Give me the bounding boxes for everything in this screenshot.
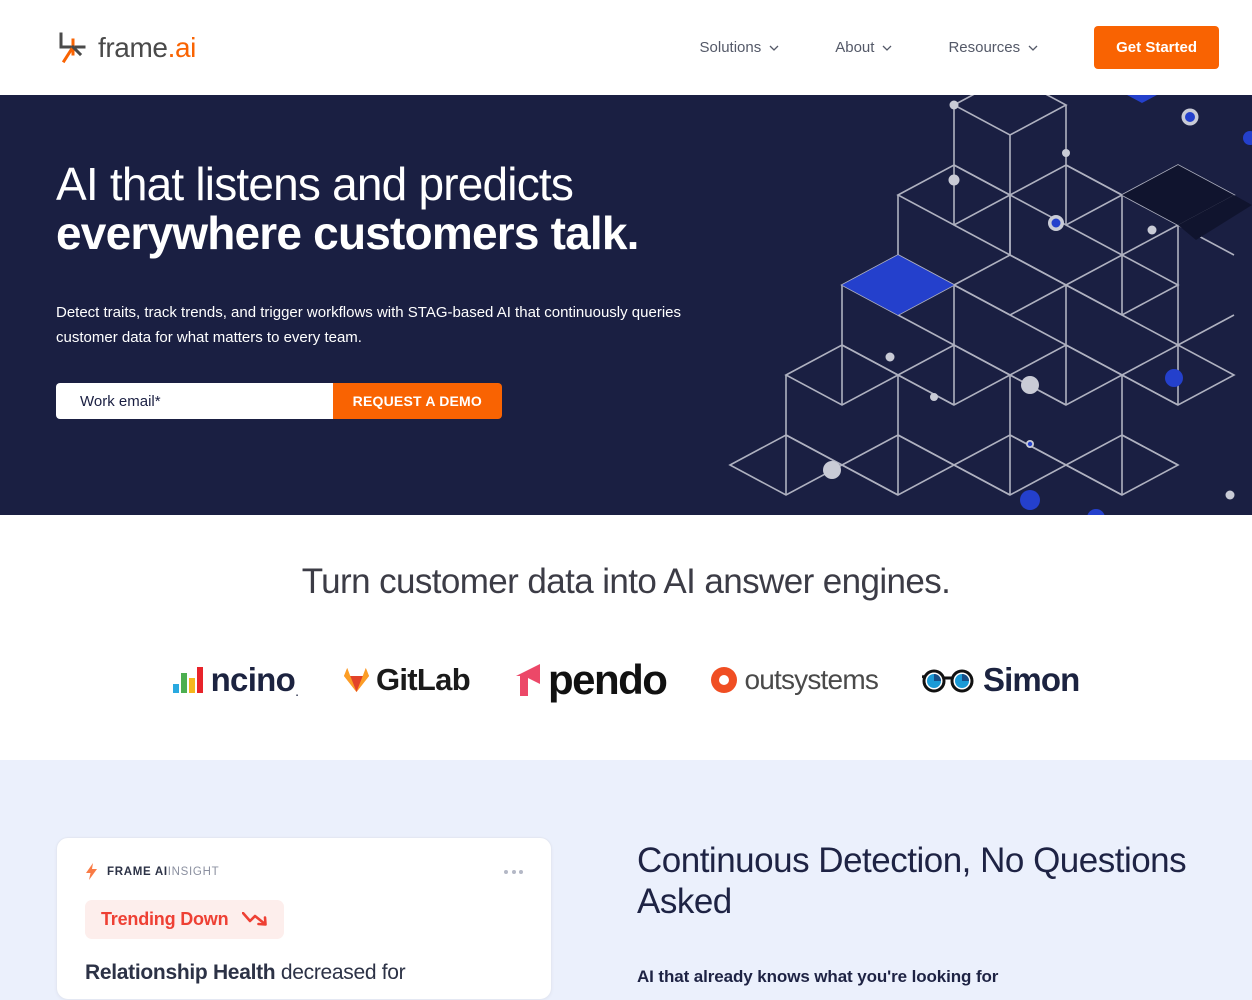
insight-card-label-light: INSIGHT <box>167 865 220 878</box>
trending-down-arrow-icon <box>242 912 268 926</box>
customer-logos-section: Turn customer data into AI answer engine… <box>0 515 1252 760</box>
pendo-wordmark: pendo <box>547 656 668 703</box>
isometric-network-graphic <box>728 95 1252 515</box>
demo-request-form: REQUEST A DEMO <box>56 383 502 420</box>
chevron-down-icon <box>882 45 892 51</box>
customer-logo-outsystems: outsystems <box>710 657 879 703</box>
customer-logo-simon: Simon <box>922 657 1080 703</box>
brand-wordmark: frame.ai <box>98 32 196 64</box>
customer-logo-gitlab: GitLab <box>343 657 471 703</box>
hero-headline-line1: AI that listens and predicts <box>56 158 574 210</box>
main-navigation: Solutions About Resources Get Started <box>700 26 1219 69</box>
gitlab-wordmark: GitLab <box>375 662 471 697</box>
more-options-icon[interactable] <box>504 869 523 874</box>
logos-section-title: Turn customer data into AI answer engine… <box>301 562 951 601</box>
hero-headline-line2: everywhere customers talk. <box>56 206 639 259</box>
ncino-registered-mark: . <box>295 683 299 699</box>
ncino-bars-icon <box>172 667 203 693</box>
detection-text-column: Continuous Detection, No Questions Asked… <box>637 837 1196 1000</box>
insight-card-label-bold: FRAME AI <box>107 865 168 878</box>
customer-logo-ncino: ncino . <box>172 657 299 703</box>
insight-body-rest: decreased for <box>275 961 406 984</box>
nav-item-label: Resources <box>948 39 1021 56</box>
hero-section: AI that listens and predicts everywhere … <box>0 95 1252 515</box>
continuous-detection-section: FRAME AIINSIGHT Trending Down Relationsh… <box>0 760 1252 1000</box>
insight-card-label: FRAME AIINSIGHT <box>107 866 219 878</box>
site-header: frame.ai Solutions About Resources Get S… <box>0 0 1252 95</box>
brand-suffix: .ai <box>167 31 197 63</box>
frame-ai-insight-card: FRAME AIINSIGHT Trending Down Relationsh… <box>56 837 552 1000</box>
hero-headline: AI that listens and predicts everywhere … <box>56 160 700 258</box>
gitlab-fox-icon <box>343 668 369 692</box>
hero-subtext: Detect traits, track trends, and trigger… <box>56 303 681 347</box>
insight-card-body: Relationship Health decreased for <box>85 959 523 986</box>
status-badge-label: Trending Down <box>101 909 229 929</box>
frame-ai-logomark-icon <box>59 32 86 63</box>
hero-content: AI that listens and predicts everywhere … <box>0 95 700 420</box>
brand-logo[interactable]: frame.ai <box>56 31 196 65</box>
status-badge: Trending Down <box>85 900 285 939</box>
detection-subheading: AI that already knows what you're lookin… <box>637 966 999 986</box>
simon-wordmark: Simon <box>983 661 1080 698</box>
nav-item-label: Solutions <box>699 39 762 56</box>
nav-item-resources[interactable]: Resources <box>948 39 1038 56</box>
detection-heading: Continuous Detection, No Questions Asked <box>637 841 1187 922</box>
customer-logo-pendo: pendo <box>514 656 668 703</box>
request-demo-button[interactable]: REQUEST A DEMO <box>332 383 502 420</box>
brand-name: frame <box>98 31 168 63</box>
outsystems-donut-icon <box>711 667 738 693</box>
pendo-arrow-icon <box>515 664 540 696</box>
simon-glasses-icon <box>922 669 974 693</box>
work-email-input[interactable] <box>56 383 333 420</box>
insight-metric-name: Relationship Health <box>85 961 276 984</box>
lightning-bolt-icon <box>86 863 97 880</box>
outsystems-wordmark: outsystems <box>744 664 879 695</box>
nav-item-label: About <box>835 39 875 56</box>
insight-card-header: FRAME AIINSIGHT <box>85 863 523 880</box>
chevron-down-icon <box>1028 45 1038 51</box>
chevron-down-icon <box>769 45 779 51</box>
ncino-wordmark: ncino <box>210 661 296 698</box>
get-started-button[interactable]: Get Started <box>1094 26 1219 69</box>
nav-item-solutions[interactable]: Solutions <box>700 39 780 56</box>
customer-logos-row: ncino . GitLab pendo outsystems Simon <box>0 656 1252 703</box>
nav-item-about[interactable]: About <box>835 39 892 56</box>
